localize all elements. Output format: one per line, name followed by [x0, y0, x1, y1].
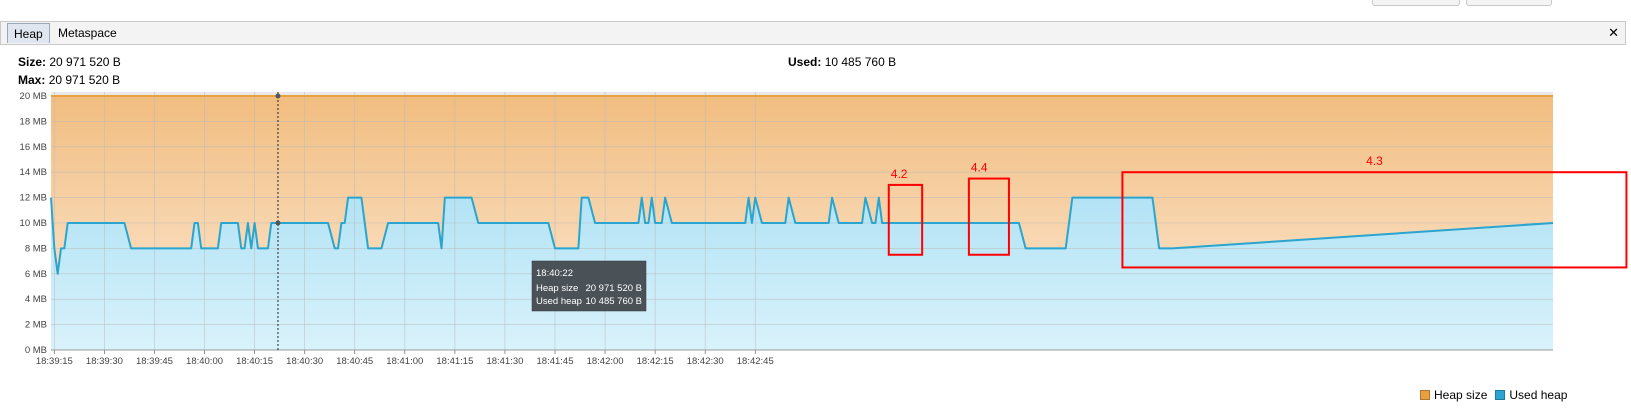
tab-metaspace[interactable]: Metaspace [52, 23, 123, 43]
x-tick-label: 18:40:30 [286, 356, 323, 367]
x-tick-label: 18:42:15 [637, 356, 674, 367]
close-icon[interactable]: ✕ [1608, 23, 1619, 43]
y-tick-label: 12 MB [20, 193, 47, 204]
cursor-point-used [275, 220, 281, 226]
y-tick-label: 20 MB [20, 91, 47, 102]
legend-label-used-heap: Used heap [1509, 388, 1568, 402]
heap-chart: 0 MB 2 MB 4 MB 6 MB 8 MB 10 MB 12 MB 14 MB 16 MB… [20, 91, 1628, 367]
x-tick-label: 18:39:45 [136, 356, 173, 367]
legend-swatch-used-heap [1495, 390, 1506, 400]
x-tick-label: 18:39:15 [36, 356, 73, 367]
cursor-point-heap [275, 93, 281, 99]
y-tick-label: 10 MB [20, 218, 47, 229]
annotation-label: 4.4 [971, 161, 988, 175]
window-top-strip [0, 0, 1631, 20]
top-toolbar-button[interactable] [1466, 0, 1552, 6]
size-label: Size: [18, 55, 47, 69]
x-tick-label: 18:40:15 [236, 356, 273, 367]
y-tick-label: 0 MB [25, 345, 47, 356]
x-tick-label: 18:39:30 [86, 356, 123, 367]
size-info: Size: 20 971 520 B [18, 55, 121, 69]
size-value: 20 971 520 B [49, 55, 121, 69]
max-info: Max: 20 971 520 B [18, 73, 120, 87]
tooltip-row-value: 10 485 760 B [585, 296, 642, 307]
top-toolbar-button[interactable] [1372, 0, 1460, 6]
tooltip-row-value: 20 971 520 B [585, 283, 642, 294]
max-label: Max: [18, 73, 46, 87]
used-value: 10 485 760 B [824, 55, 897, 69]
x-tick-label: 18:41:30 [486, 356, 523, 367]
used-info: Used: 10 485 760 B [788, 55, 896, 69]
annotation-label: 4.3 [1366, 154, 1383, 168]
y-tick-label: 18 MB [20, 116, 47, 127]
y-tick-label: 4 MB [25, 294, 47, 305]
x-tick-label: 18:42:30 [687, 356, 724, 367]
legend-swatch-heap-size [1420, 390, 1430, 400]
x-tick-label: 18:40:00 [186, 356, 223, 367]
y-tick-label: 2 MB [25, 320, 47, 331]
y-tick-label: 8 MB [25, 243, 47, 254]
annotation-label: 4.2 [891, 167, 908, 181]
x-tick-label: 18:41:00 [386, 356, 423, 367]
x-tick-label: 18:40:45 [336, 356, 373, 367]
legend-label-heap-size: Heap size [1434, 388, 1488, 402]
tooltip-row-label: Used heap [536, 296, 582, 307]
max-value: 20 971 520 B [48, 73, 121, 87]
tab-bar: Heap Metaspace ✕ [0, 21, 1626, 45]
y-tick-label: 14 MB [20, 167, 47, 178]
y-tick-label: 6 MB [25, 269, 47, 280]
tooltip-row-label: Heap size [536, 283, 578, 294]
x-tick-label: 18:41:45 [537, 356, 574, 367]
tooltip-time: 18:40:22 [536, 268, 573, 279]
x-tick-label: 18:41:15 [436, 356, 473, 367]
used-label: Used: [788, 55, 822, 69]
tab-heap[interactable]: Heap [7, 23, 50, 43]
y-tick-label: 16 MB [20, 142, 47, 153]
x-tick-label: 18:42:45 [737, 356, 774, 367]
x-tick-label: 18:42:00 [587, 356, 624, 367]
chart-legend: Heap size Used heap [1420, 388, 1567, 402]
